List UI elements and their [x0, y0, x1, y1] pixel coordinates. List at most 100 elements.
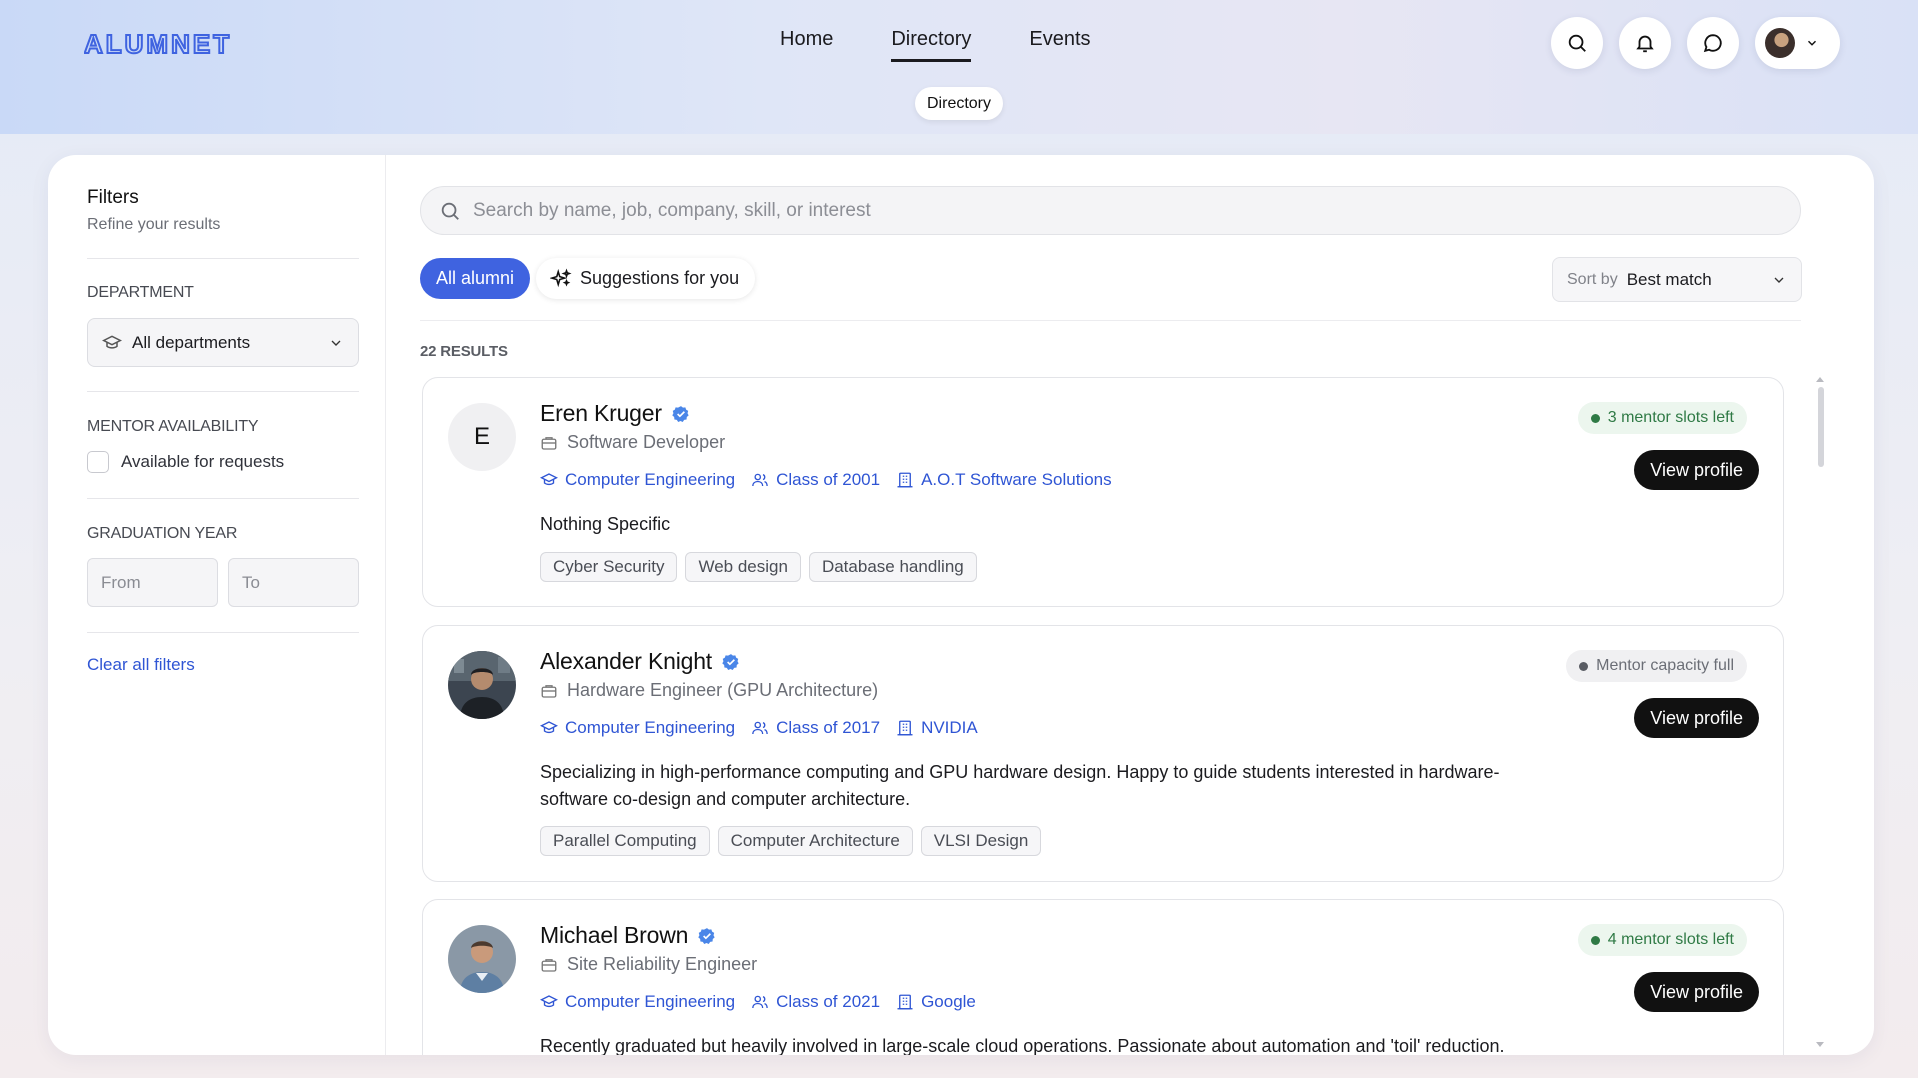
search-bar[interactable] [420, 186, 1801, 235]
results-count: 22 RESULTS [420, 343, 508, 360]
divider [420, 320, 1801, 321]
person-photo [448, 651, 516, 719]
view-profile-button[interactable]: View profile [1634, 698, 1759, 738]
filters-subtitle: Refine your results [87, 216, 221, 233]
messages-button[interactable] [1687, 17, 1739, 69]
filters-sidebar: Filters Refine your results DEPARTMENT A… [48, 155, 386, 1055]
mentor-availability-label: MENTOR AVAILABILITY [87, 418, 259, 435]
briefcase-icon [541, 436, 557, 450]
graduation-year-label: GRADUATION YEAR [87, 525, 238, 542]
skill-tag[interactable]: VLSI Design [920, 826, 1042, 856]
scroll-up-arrow-icon[interactable] [1815, 375, 1825, 383]
users-icon [752, 721, 768, 735]
avatar[interactable]: E [448, 403, 516, 471]
filters-title: Filters [87, 187, 139, 208]
alumni-bio: Nothing Specific [540, 514, 671, 534]
available-for-requests-checkbox[interactable] [87, 451, 109, 473]
skill-tags: Cyber Security Web design Database handl… [540, 552, 977, 582]
alumni-meta: Computer Engineering Class of 2021 Googl… [540, 992, 976, 1012]
svg-text:ALUMNET: ALUMNET [84, 29, 232, 59]
department-meta[interactable]: Computer Engineering [540, 470, 735, 490]
class-meta[interactable]: Class of 2017 [751, 718, 880, 738]
company-meta[interactable]: NVIDIA [896, 718, 978, 738]
department-meta[interactable]: Computer Engineering [540, 718, 735, 738]
profile-menu-button[interactable] [1755, 17, 1840, 69]
skill-tag[interactable]: Web design [685, 552, 801, 582]
skill-tag[interactable]: Cyber Security [540, 552, 678, 582]
available-for-requests-option[interactable]: Available for requests [87, 451, 284, 473]
company-meta[interactable]: Google [896, 992, 976, 1012]
skill-tag[interactable]: Database handling [808, 552, 977, 582]
sort-value: Best match [1626, 269, 1712, 289]
skill-tags: Parallel Computing Computer Architecture… [540, 826, 1042, 856]
avatar[interactable] [448, 651, 516, 719]
verified-badge-icon [698, 927, 715, 944]
department-select[interactable]: All departments [87, 318, 359, 367]
alumni-name: Eren Kruger [540, 400, 662, 426]
bell-icon [1636, 35, 1654, 53]
mentor-status-badge: 4 mentor slots left [1577, 924, 1747, 956]
divider [87, 258, 359, 259]
graduation-cap-icon [540, 721, 558, 734]
company-meta[interactable]: A.O.T Software Solutions [896, 470, 1112, 490]
skill-tag[interactable]: Parallel Computing [540, 826, 710, 856]
alumni-role: Site Reliability Engineer [540, 954, 757, 975]
scroll-down-arrow-icon[interactable] [1815, 1041, 1825, 1049]
tab-suggestions[interactable]: Suggestions for you [536, 258, 756, 299]
scrollbar-thumb[interactable] [1818, 387, 1824, 467]
nav-home[interactable]: Home [780, 28, 833, 62]
chevron-down-icon [331, 340, 341, 346]
avatar[interactable] [448, 925, 516, 993]
divider [87, 391, 359, 392]
class-meta[interactable]: Class of 2021 [751, 992, 880, 1012]
view-profile-button[interactable]: View profile [1634, 450, 1759, 490]
briefcase-icon [541, 684, 557, 698]
notifications-button[interactable] [1619, 17, 1671, 69]
graduation-from-input[interactable]: From [87, 558, 218, 607]
alumni-bio: Recently graduated but heavily involved … [540, 1036, 1505, 1055]
graduation-cap-icon [540, 995, 558, 1008]
skill-tag[interactable]: Computer Architecture [717, 826, 913, 856]
nav-events[interactable]: Events [1029, 28, 1090, 62]
person-photo [448, 925, 516, 993]
class-meta[interactable]: Class of 2001 [751, 470, 880, 490]
department-meta[interactable]: Computer Engineering [540, 992, 735, 1012]
verified-badge-icon [672, 405, 689, 422]
alumni-meta: Computer Engineering Class of 2001 A.O.T… [540, 470, 1112, 490]
graduation-to-input[interactable]: To [228, 558, 359, 607]
view-profile-button[interactable]: View profile [1634, 972, 1759, 1012]
chevron-down-icon [1807, 40, 1817, 46]
clear-filters-link[interactable]: Clear all filters [87, 655, 195, 675]
alumni-card: Alexander Knight Hardware Engineer (GPU … [422, 625, 1784, 882]
nav-tooltip: Directory [915, 87, 1004, 120]
mentor-status-badge: 3 mentor slots left [1577, 402, 1747, 434]
building-icon [897, 720, 913, 736]
department-select-value: All departments [132, 332, 251, 352]
alumni-bio: Specializing in high-performance computi… [540, 762, 1500, 809]
chevron-down-icon [1774, 277, 1784, 283]
user-avatar [1765, 28, 1795, 58]
building-icon [897, 472, 913, 488]
graduation-cap-icon [540, 473, 558, 486]
mentor-status-badge: Mentor capacity full [1566, 650, 1747, 682]
alumni-card: Michael Brown Site Reliability Engineer … [422, 899, 1784, 1055]
verified-badge-icon [722, 653, 739, 670]
tab-all-alumni[interactable]: All alumni [420, 258, 531, 299]
search-icon [1568, 34, 1586, 52]
alumni-meta: Computer Engineering Class of 2017 NVIDI… [540, 718, 978, 738]
briefcase-icon [541, 958, 557, 972]
search-button[interactable] [1551, 17, 1603, 69]
tab-suggestions-label: Suggestions for you [580, 268, 740, 288]
main-nav: Home Directory Events [780, 28, 1091, 62]
top-bar: ALUMNET Home Directory Events Directory [0, 0, 1918, 134]
alumni-card: E Eren Kruger Software Developer Compute… [422, 377, 1784, 607]
sort-select[interactable]: Sort by Best match [1552, 257, 1802, 302]
department-label: DEPARTMENT [87, 284, 194, 301]
graduation-cap-icon [102, 334, 122, 349]
nav-directory[interactable]: Directory [891, 28, 972, 62]
alumni-role: Software Developer [540, 432, 725, 453]
search-input[interactable] [473, 199, 1782, 222]
alumni-name: Michael Brown [540, 922, 689, 948]
directory-panel: Filters Refine your results DEPARTMENT A… [48, 155, 1874, 1055]
alumnet-logo[interactable]: ALUMNET [84, 29, 244, 59]
